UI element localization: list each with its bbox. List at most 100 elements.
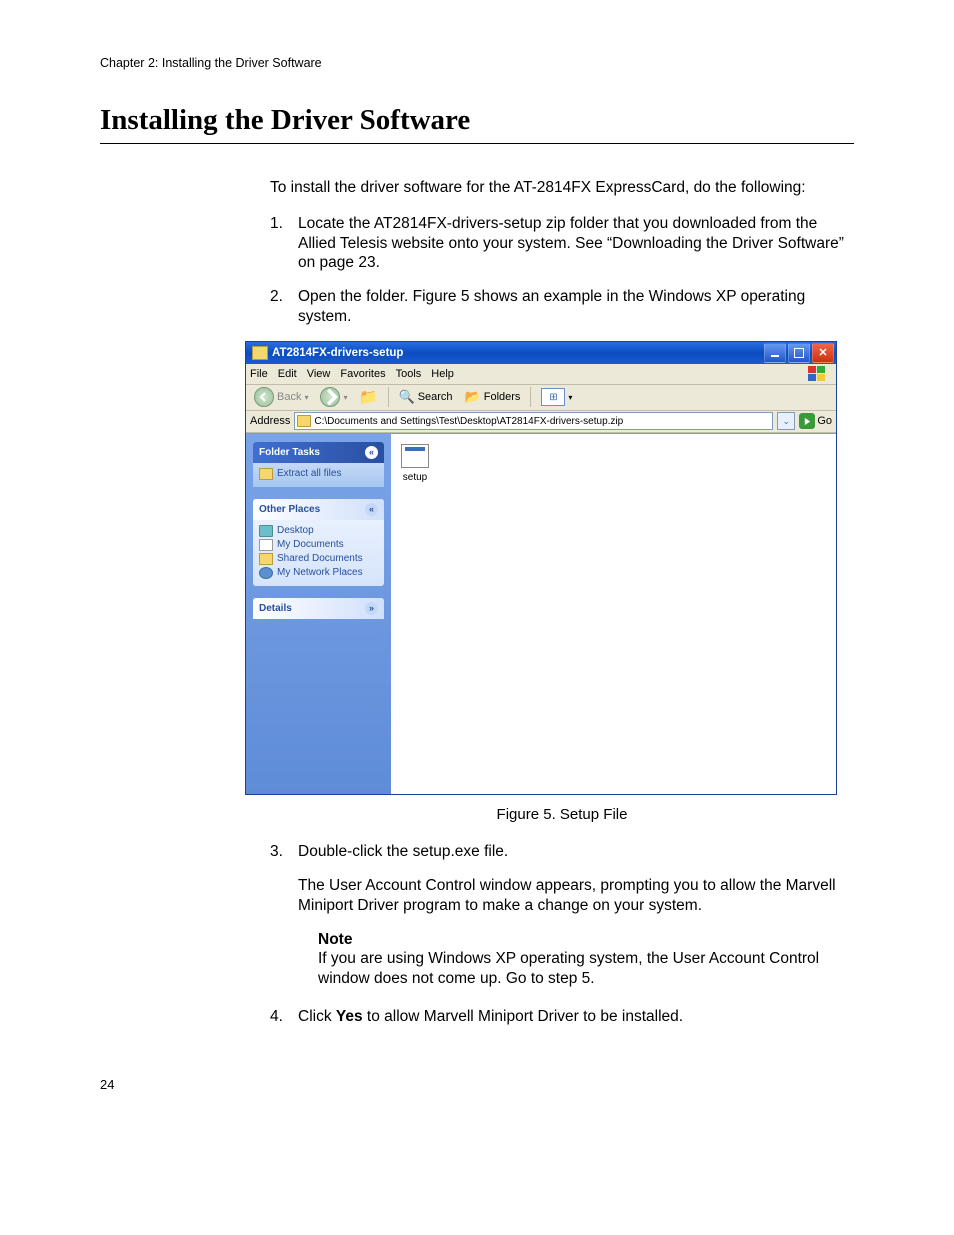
close-icon: ✕ (818, 346, 827, 359)
step-number: 1. (270, 214, 298, 273)
views-button[interactable]: ⊞ ▾ (537, 387, 576, 407)
address-input[interactable]: C:\Documents and Settings\Test\Desktop\A… (294, 412, 773, 430)
views-icon: ⊞ (541, 388, 565, 406)
yes-bold: Yes (336, 1008, 363, 1025)
minimize-button[interactable] (764, 343, 786, 363)
shared-documents-label: Shared Documents (277, 553, 363, 564)
desktop-icon (259, 525, 273, 537)
step-text: Locate the AT2814FX-drivers-setup zip fo… (298, 214, 854, 273)
extract-all-files-link[interactable]: Extract all files (259, 467, 378, 481)
menu-help[interactable]: Help (431, 368, 454, 380)
close-button[interactable]: ✕ (812, 343, 834, 363)
details-panel: Details » (253, 598, 384, 619)
search-button[interactable]: 🔍 Search (395, 388, 457, 406)
my-network-places-link[interactable]: My Network Places (259, 566, 378, 580)
intro-paragraph: To install the driver software for the A… (270, 178, 854, 198)
minimize-icon (771, 355, 779, 357)
maximize-icon (794, 348, 804, 358)
document-icon (259, 539, 273, 551)
document-page: Chapter 2: Installing the Driver Softwar… (0, 0, 954, 1152)
body-column-lower: Figure 5. Setup File 3. Double-click the… (270, 805, 854, 1027)
folder-tasks-panel: Folder Tasks « Extract all files (253, 442, 384, 487)
step-number: 3. (270, 842, 298, 862)
go-button[interactable]: Go (799, 413, 832, 429)
back-arrow-icon (254, 387, 274, 407)
note-label: Note (318, 930, 854, 950)
extract-label: Extract all files (277, 468, 341, 479)
running-header: Chapter 2: Installing the Driver Softwar… (100, 56, 854, 70)
toolbar-separator (530, 387, 531, 407)
chevron-down-icon: ▾ (568, 393, 572, 402)
toolbar: Back ▾ ▾ 📁 🔍 Search 📂 Folders ⊞ (246, 385, 836, 411)
expand-icon: » (365, 602, 378, 615)
menu-edit[interactable]: Edit (278, 368, 297, 380)
desktop-label: Desktop (277, 525, 314, 536)
address-dropdown-button[interactable]: ⌄ (777, 412, 795, 430)
search-label: Search (418, 391, 453, 403)
up-button[interactable]: 📁 (356, 387, 382, 407)
note-block: Note If you are using Windows XP operati… (318, 930, 854, 989)
menu-bar: File Edit View Favorites Tools Help (246, 364, 836, 385)
file-content-area[interactable]: setup (391, 434, 836, 794)
details-header[interactable]: Details » (253, 598, 384, 619)
note-text: If you are using Windows XP operating sy… (318, 949, 854, 989)
folder-tasks-header[interactable]: Folder Tasks « (253, 442, 384, 463)
application-icon (401, 444, 429, 468)
collapse-icon: « (365, 446, 378, 459)
other-places-header[interactable]: Other Places « (253, 499, 384, 520)
address-label: Address (250, 415, 290, 427)
page-number: 24 (100, 1077, 854, 1092)
window-titlebar[interactable]: AT2814FX-drivers-setup ✕ (246, 342, 836, 364)
menu-favorites[interactable]: Favorites (340, 368, 385, 380)
toolbar-separator (388, 387, 389, 407)
folders-label: Folders (484, 391, 521, 403)
zip-folder-icon (252, 346, 268, 360)
step-2: 2. Open the folder. Figure 5 shows an ex… (270, 287, 854, 327)
other-places-label: Other Places (259, 504, 320, 515)
figure-caption: Figure 5. Setup File (270, 805, 854, 824)
network-icon (259, 567, 273, 579)
maximize-button[interactable] (788, 343, 810, 363)
folder-tasks-label: Folder Tasks (259, 447, 320, 458)
folder-icon (259, 553, 273, 565)
chevron-down-icon: ⌄ (783, 416, 791, 427)
step-number: 2. (270, 287, 298, 327)
go-label: Go (817, 415, 832, 427)
forward-button[interactable]: ▾ (316, 386, 351, 408)
address-value: C:\Documents and Settings\Test\Desktop\A… (314, 416, 623, 427)
step-text: Double-click the setup.exe file. (298, 842, 854, 862)
page-title: Installing the Driver Software (100, 104, 854, 144)
step-3-sub: The User Account Control window appears,… (298, 876, 854, 916)
folders-button[interactable]: 📂 Folders (461, 388, 525, 406)
zip-folder-icon (297, 415, 311, 427)
setup-file[interactable]: setup (401, 444, 429, 483)
up-folder-icon: 📁 (360, 388, 378, 406)
windows-logo-icon (802, 366, 832, 382)
window-title: AT2814FX-drivers-setup (272, 347, 764, 359)
my-documents-label: My Documents (277, 539, 344, 550)
chevron-down-icon: ▾ (304, 393, 308, 402)
menu-file[interactable]: File (250, 368, 268, 380)
desktop-link[interactable]: Desktop (259, 524, 378, 538)
shared-documents-link[interactable]: Shared Documents (259, 552, 378, 566)
back-label: Back (277, 391, 301, 403)
my-documents-link[interactable]: My Documents (259, 538, 378, 552)
tasks-sidebar: Folder Tasks « Extract all files Other P… (246, 434, 391, 794)
back-button[interactable]: Back ▾ (250, 386, 312, 408)
forward-arrow-icon (320, 387, 340, 407)
chevron-down-icon: ▾ (343, 393, 347, 402)
file-name-label: setup (403, 472, 427, 483)
folder-icon (259, 468, 273, 480)
menu-tools[interactable]: Tools (396, 368, 422, 380)
details-label: Details (259, 603, 292, 614)
search-icon: 🔍 (399, 389, 415, 405)
folders-icon: 📂 (465, 389, 481, 405)
address-bar: Address C:\Documents and Settings\Test\D… (246, 411, 836, 433)
body-column: To install the driver software for the A… (270, 178, 854, 327)
other-places-panel: Other Places « Desktop My Documents (253, 499, 384, 586)
step-1: 1. Locate the AT2814FX-drivers-setup zip… (270, 214, 854, 273)
xp-explorer-window: AT2814FX-drivers-setup ✕ File Edit View … (245, 341, 837, 795)
collapse-icon: « (365, 503, 378, 516)
menu-view[interactable]: View (307, 368, 331, 380)
step-text: Click Yes to allow Marvell Miniport Driv… (298, 1007, 854, 1027)
